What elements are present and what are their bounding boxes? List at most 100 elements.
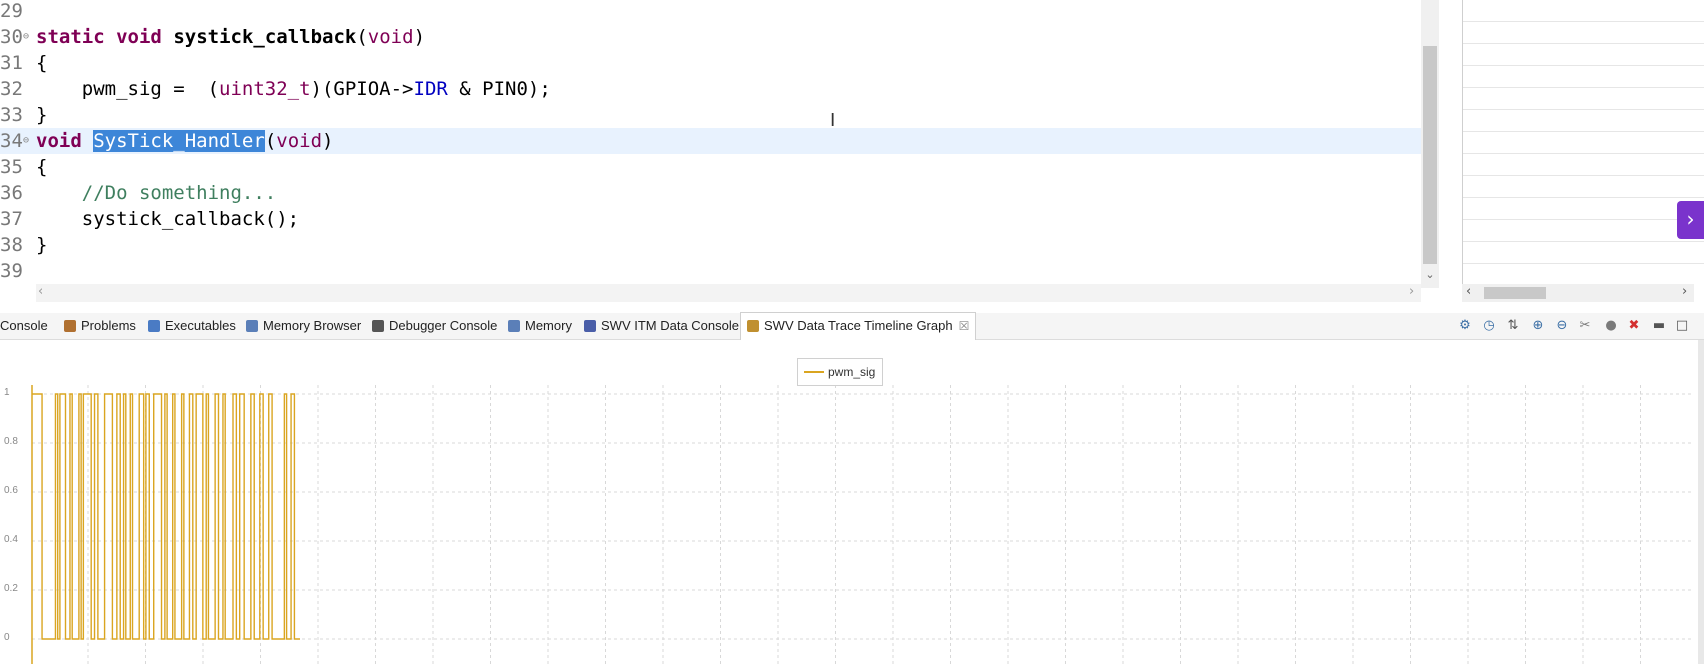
expand-panel-button[interactable]: › [1677,201,1704,239]
outline-row-divider [1463,65,1704,66]
code-token: void [36,130,82,152]
fold-toggle-icon[interactable]: ⊖ [23,128,29,154]
fold-toggle-icon[interactable]: ⊖ [23,24,29,50]
scroll-right-arrow-icon[interactable]: › [1409,284,1414,299]
tab-executables[interactable]: Executables [148,313,236,339]
adjust-y-axis-icon[interactable]: ⇅ [1506,319,1520,333]
code-token: ( [264,130,277,152]
bottom-view-tabbar: Console Problems Executables Memory Browser… [0,312,1704,340]
code-token: { [36,52,48,74]
problems-icon [64,319,76,332]
y-tick-label: 0.4 [4,534,18,545]
zoom-out-icon[interactable]: ⊖ [1555,319,1569,333]
outline-row-divider [1463,263,1704,264]
tab-memory[interactable]: Memory [508,313,572,339]
y-tick-label: 0.2 [4,583,18,594]
code-token: IDR [413,78,448,100]
code-text: } [36,102,47,128]
outline-panel [1462,0,1704,302]
tab-label: Executables [165,318,236,333]
debugger-console-icon [372,319,384,332]
record-icon[interactable]: ● [1604,319,1618,333]
graph-right-edge [1698,340,1704,664]
tab-console[interactable]: Console [0,313,48,339]
zoom-in-icon[interactable]: ⊕ [1531,319,1545,333]
tab-label: SWV ITM Data Console [601,318,739,333]
code-token: uint32_t [219,78,311,100]
tab-swv-data-trace-timeline-graph[interactable]: SWV Data Trace Timeline Graph ☒ [740,312,977,340]
outline-row-divider [1463,87,1704,88]
tab-label: Problems [81,318,136,333]
outline-horizontal-scroll-thumb[interactable] [1484,287,1546,299]
remove-all-icon[interactable]: ✖ [1627,319,1641,333]
outline-row-divider [1463,175,1704,176]
scroll-down-arrow-icon[interactable]: ⌄ [1423,268,1437,282]
code-token: void [116,26,162,48]
tab-label: Memory Browser [263,318,362,333]
line-number: 39 [0,260,23,282]
outline-row-divider [1463,109,1704,110]
maximize-icon[interactable]: □ [1675,319,1689,333]
code-token: systick_callback(); [36,208,300,230]
code-text: } [36,232,47,258]
editor-vertical-scroll-thumb[interactable] [1423,46,1437,264]
outline-row-divider [1463,219,1704,220]
code-text: //Do something... [36,180,276,206]
code-token: { [36,156,48,178]
code-text: pwm_sig = (uint32_t)(GPIOA->IDR & PIN0); [36,76,551,102]
tab-label: Debugger Console [389,318,498,333]
selected-token: SysTick_Handler [93,130,265,152]
code-token: } [36,234,48,256]
code-token: systick_callback [173,26,357,48]
timeline-plot [31,385,1692,664]
time-icon[interactable]: ◷ [1482,319,1496,333]
code-token: & PIN0); [447,78,551,100]
tab-memory-browser[interactable]: Memory Browser [246,313,361,339]
scroll-left-arrow-icon[interactable]: ‹ [38,284,43,299]
chart-legend: pwm_sig [797,358,883,386]
line-number: 34 [0,130,23,152]
outline-row-divider [1463,241,1704,242]
code-token: void [276,130,323,152]
tools-icon[interactable]: ✂ [1578,319,1592,333]
tab-label: SWV Data Trace Timeline Graph [764,318,953,333]
outline-row-divider [1463,197,1704,198]
line-number: 33 [0,104,23,126]
minimize-icon[interactable]: ▬ [1652,319,1666,333]
series-line-pwm-sig [32,393,300,640]
code-token: ) [413,26,426,48]
y-tick-label: 0.8 [4,436,18,447]
code-token: //Do something... [81,182,277,204]
editor-horizontal-scrollbar[interactable] [36,284,1421,302]
outline-scroll-left-icon[interactable]: ‹ [1466,284,1471,299]
outline-row-divider [1463,21,1704,22]
code-editor[interactable]: 29 30 ⊖ static void systick_callback(void) 3… [0,0,1423,303]
text-cursor-icon: I [830,110,836,131]
executables-icon [148,319,160,332]
code-token: pwm_sig = ( [36,78,220,100]
legend-swatch [804,371,824,373]
code-text: static void systick_callback(void) [36,24,425,50]
close-tab-icon[interactable]: ☒ [959,319,970,333]
tab-debugger-console[interactable]: Debugger Console [372,313,497,339]
outline-scroll-right-icon[interactable]: › [1682,284,1687,299]
outline-row-divider [1463,153,1704,154]
code-token: ( [356,26,368,48]
y-tick-label: 0.6 [4,485,18,496]
tab-swv-itm-data-console[interactable]: SWV ITM Data Console [584,313,739,339]
swv-itm-icon [584,319,596,332]
line-number: 31 [0,52,23,74]
memory-browser-icon [246,319,258,332]
code-line[interactable]: 34 ⊖ void SysTick_Handler(void) [0,128,1421,154]
line-number: 37 [0,208,23,230]
code-text: { [36,50,47,76]
tab-problems[interactable]: Problems [64,313,136,339]
configure-trace-icon[interactable]: ⚙ [1458,319,1472,333]
memory-icon [508,319,520,332]
line-number: 30 [0,26,23,48]
code-text: systick_callback(); [36,206,299,232]
